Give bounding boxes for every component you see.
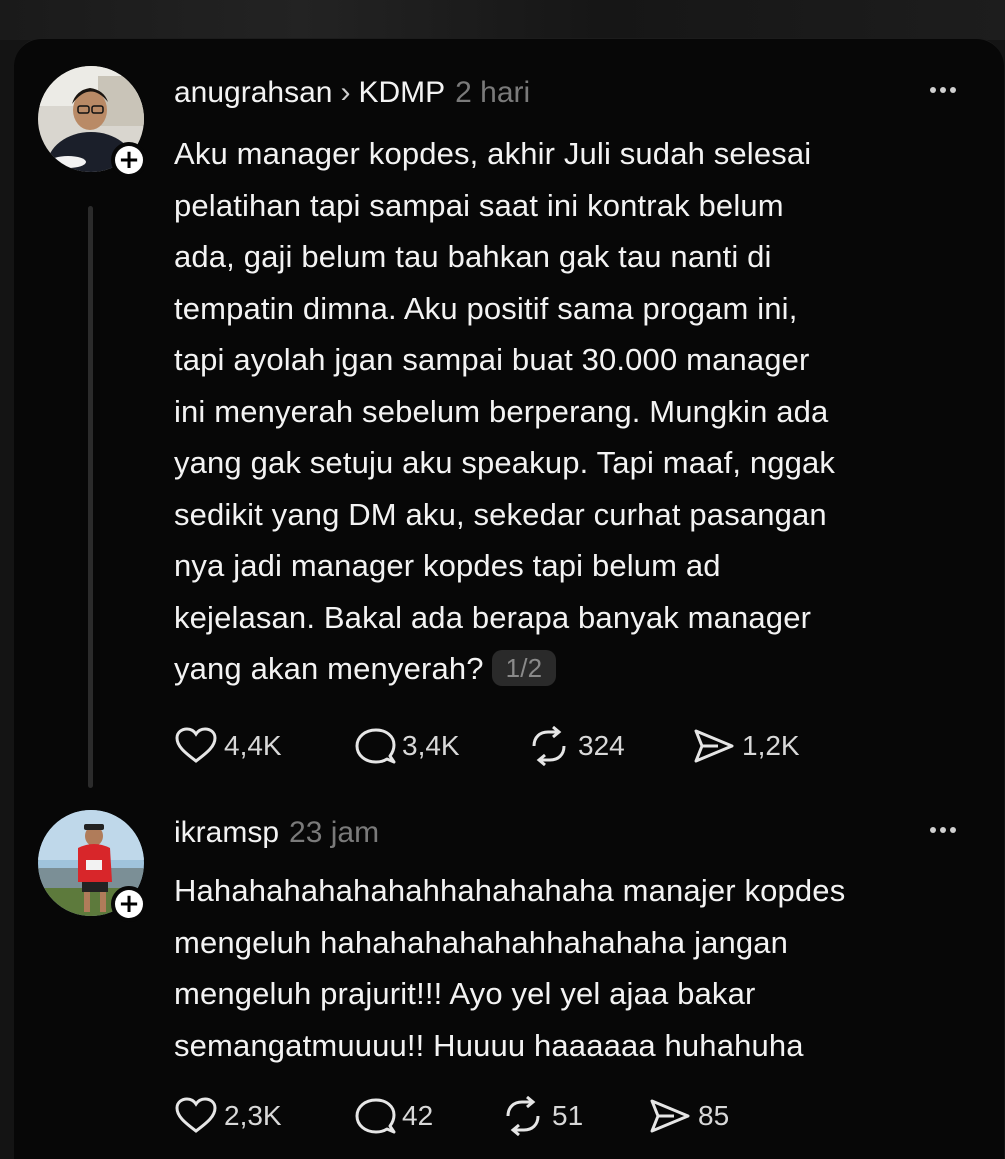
- post-header: anugrahsan › KDMP 2 hari: [174, 75, 530, 111]
- post-text-line: yang gak setuju aku speakup. Tapi maaf, …: [174, 445, 836, 480]
- post-text-line: ada, gaji belum tau bahkan gak tau nanti…: [174, 239, 772, 274]
- like-button[interactable]: 4,4K: [174, 726, 282, 766]
- username[interactable]: ikramsp: [174, 816, 279, 849]
- like-count: 4,4K: [224, 730, 282, 761]
- heart-icon: [175, 727, 217, 763]
- comment-icon: [355, 1098, 396, 1134]
- plus-icon: +: [115, 146, 143, 174]
- reply-count: 3,4K: [402, 730, 460, 761]
- post-text-line: nya jadi manager kopdes tapi belum ad: [174, 548, 721, 583]
- post-body: Aku manager kopdes, akhir Juli sudah sel…: [174, 128, 974, 695]
- share-button[interactable]: 85: [648, 1096, 729, 1136]
- post-text-line: yang akan menyerah? 1/2: [174, 643, 974, 695]
- post-header: ikramsp 23 jam: [174, 815, 379, 851]
- send-icon: [650, 1099, 690, 1133]
- reply-button[interactable]: 3,4K: [352, 726, 460, 766]
- plus-icon: +: [115, 890, 143, 918]
- repost-count: 51: [552, 1100, 584, 1131]
- like-button[interactable]: 2,3K: [174, 1096, 282, 1136]
- page-indicator: 1/2: [491, 649, 557, 686]
- thread-connector-line: [88, 206, 93, 788]
- like-count: 2,3K: [224, 1100, 282, 1131]
- post-text-line: tempatin dimna. Aku positif sama progam …: [174, 290, 798, 326]
- repost-icon: [532, 726, 566, 766]
- post-text-line: tapi ayolah jgan sampai buat 30.000 mana…: [174, 342, 810, 377]
- username[interactable]: anugrahsan: [174, 76, 332, 109]
- post-text-line: ini menyerah sebelum berperang. Mungkin …: [174, 393, 829, 429]
- more-dots-icon[interactable]: [930, 820, 964, 840]
- reply-count: 42: [402, 1100, 434, 1131]
- share-count: 85: [698, 1100, 730, 1131]
- post-text-line: semangatmuuuu!! Huuuu haaaaaa huhahuha: [174, 1027, 804, 1063]
- repost-count: 324: [578, 730, 625, 761]
- share-count: 1,2K: [742, 730, 800, 761]
- post-time: 23 jam: [289, 816, 380, 849]
- more-dots-icon[interactable]: [930, 80, 964, 100]
- send-icon: [694, 729, 734, 763]
- comment-icon: [355, 728, 396, 764]
- community-name[interactable]: KDMP: [358, 76, 445, 109]
- post-text-line: Aku manager kopdes, akhir Juli sudah sel…: [174, 136, 812, 171]
- post-text-line: pelatihan tapi sampai saat ini kontrak b…: [174, 187, 784, 223]
- top-blur-strip: [0, 0, 1005, 40]
- post-text-line: mengeluh hahahahahahahhahahaha jangan: [174, 924, 789, 960]
- reply-button[interactable]: 42: [352, 1096, 433, 1136]
- chevron-right-icon: ›: [340, 76, 351, 109]
- follow-button-anugrahsan[interactable]: +: [111, 142, 147, 178]
- follow-button-ikramsp[interactable]: +: [111, 886, 147, 922]
- heart-icon: [175, 1097, 217, 1133]
- post-text-line: kejelasan. Bakal ada berapa banyak manag…: [174, 599, 812, 635]
- repost-icon: [506, 1096, 540, 1136]
- share-button[interactable]: 1,2K: [692, 726, 800, 766]
- post-text-last: yang akan menyerah?: [174, 651, 484, 686]
- post-body: Hahahahahahahahhahahahaha manajer kopdes…: [174, 865, 974, 1071]
- post-text-line: Hahahahahahahahhahahahaha manajer kopdes: [174, 873, 846, 908]
- post-text-line: mengeluh prajurit!!! Ayo yel yel ajaa ba…: [174, 976, 756, 1011]
- post-time: 2 hari: [455, 76, 531, 109]
- repost-button[interactable]: 324: [526, 726, 625, 766]
- post-text-line: sedikit yang DM aku, sekedar curhat pasa…: [174, 496, 827, 532]
- repost-button[interactable]: 51: [500, 1096, 583, 1136]
